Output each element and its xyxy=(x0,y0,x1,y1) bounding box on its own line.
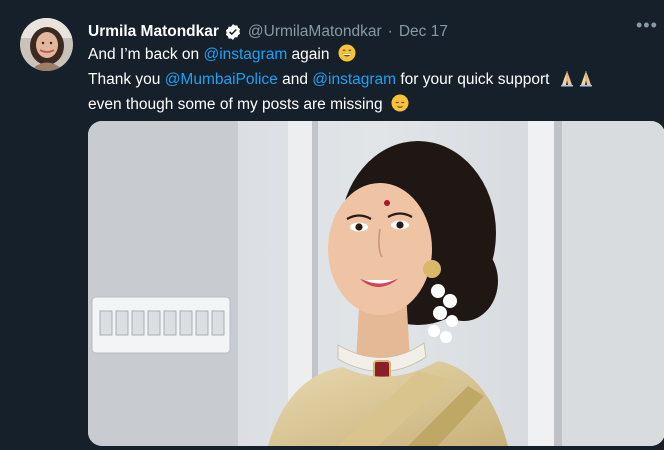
mention-mumbaipolice[interactable]: @MumbaiPolice xyxy=(165,71,278,88)
grinning-face-icon xyxy=(338,44,356,69)
tweet-text: And I’m back on @instagram again Thank y… xyxy=(88,44,658,119)
mention-instagram[interactable]: @instagram xyxy=(312,71,396,88)
more-options-icon[interactable]: ••• xyxy=(636,16,658,36)
verified-badge-icon xyxy=(224,23,242,41)
text-segment: Thank you xyxy=(88,71,165,88)
author-name[interactable]: Urmila Matondkar xyxy=(88,23,219,41)
folded-hands-icon xyxy=(558,69,576,94)
tweet-photo[interactable] xyxy=(88,121,664,446)
text-segment: again xyxy=(287,46,330,63)
text-segment: And I’m back on xyxy=(88,46,204,63)
tweet-line-2: Thank you @MumbaiPolice and @instagram f… xyxy=(88,69,658,94)
relieved-face-icon xyxy=(391,94,409,119)
tweet-line-1: And I’m back on @instagram again xyxy=(88,44,658,69)
tweet[interactable]: Urmila Matondkar @UrmilaMatondkar · Dec … xyxy=(0,0,664,450)
text-segment: for your quick support xyxy=(396,71,550,88)
tweet-header: Urmila Matondkar @UrmilaMatondkar · Dec … xyxy=(88,22,448,42)
avatar-image xyxy=(20,18,73,71)
author-handle[interactable]: @UrmilaMatondkar xyxy=(248,23,382,41)
tweet-line-3: even though some of my posts are missing xyxy=(88,94,658,119)
text-segment: even though some of my posts are missing xyxy=(88,96,383,113)
photo-image xyxy=(88,121,664,446)
tweet-date[interactable]: Dec 17 xyxy=(399,23,448,41)
folded-hands-icon xyxy=(577,69,595,94)
text-segment: and xyxy=(277,71,313,88)
mention-instagram[interactable]: @instagram xyxy=(203,46,287,63)
header-separator: · xyxy=(387,23,393,40)
avatar[interactable] xyxy=(20,18,73,71)
